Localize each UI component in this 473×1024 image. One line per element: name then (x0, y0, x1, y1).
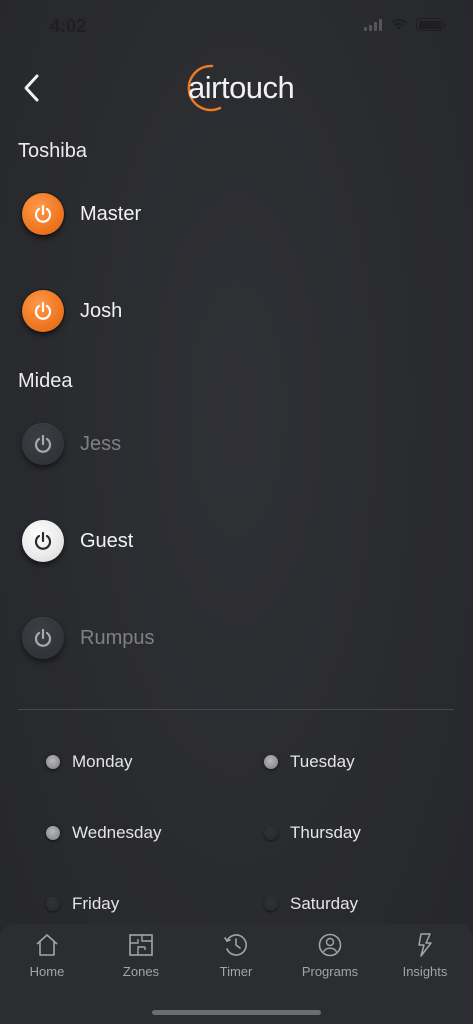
status-bar: 4:02 (0, 0, 473, 50)
airtouch-logo: airtouch (180, 62, 296, 114)
day-radio[interactable] (264, 755, 278, 769)
tab-programs[interactable]: Programs (290, 932, 370, 979)
zone-row-master[interactable]: Master (22, 190, 141, 238)
zone-row-jess[interactable]: Jess (22, 420, 121, 468)
day-monday[interactable]: Monday (46, 752, 132, 772)
chevron-left-icon (24, 74, 39, 102)
battery-icon (416, 18, 446, 31)
insights-icon (418, 933, 432, 957)
tab-label: Programs (301, 964, 359, 979)
tab-timer[interactable]: Timer (196, 932, 276, 979)
day-radio[interactable] (46, 826, 60, 840)
day-radio[interactable] (264, 897, 278, 911)
zones-icon (129, 934, 153, 956)
tab-insights[interactable]: Insights (385, 932, 465, 979)
home-indicator (152, 1010, 321, 1015)
day-friday[interactable]: Friday (46, 894, 119, 914)
tab-label: Zones (122, 964, 160, 979)
zone-name: Josh (80, 299, 123, 322)
cellular-signal-icon (364, 18, 382, 31)
power-icon (34, 434, 52, 453)
status-icons (364, 18, 446, 31)
zone-name: Guest (80, 529, 134, 552)
zone-row-guest[interactable]: Guest (22, 517, 133, 565)
tab-label: Insights (402, 964, 448, 979)
tab-label: Timer (219, 964, 253, 979)
zone-row-rumpus[interactable]: Rumpus (22, 614, 154, 662)
screen: 4:02 airtouch Toshiba Master Josh Midea … (0, 0, 473, 1024)
day-label: Friday (72, 894, 120, 913)
day-radio[interactable] (46, 897, 60, 911)
day-saturday[interactable]: Saturday (264, 894, 358, 914)
power-button[interactable] (22, 423, 64, 465)
status-time: 4:02 (50, 16, 87, 36)
day-radio[interactable] (264, 826, 278, 840)
power-icon (34, 204, 52, 223)
day-wednesday[interactable]: Wednesday (46, 823, 161, 843)
group-label-midea: Midea (18, 370, 73, 392)
day-label: Thursday (290, 823, 361, 842)
day-label: Saturday (290, 894, 359, 913)
tab-zones[interactable]: Zones (101, 932, 181, 979)
power-button[interactable] (22, 193, 64, 235)
tab-bar: Home Zones Timer Programs Insights (0, 924, 473, 1024)
day-label: Tuesday (290, 752, 355, 771)
wifi-icon (391, 18, 407, 30)
logo-text: airtouch (188, 70, 295, 105)
divider (18, 709, 454, 710)
zone-name: Jess (80, 432, 122, 455)
zone-row-josh[interactable]: Josh (22, 287, 122, 335)
group-label-toshiba: Toshiba (18, 140, 87, 162)
tab-label: Home (29, 964, 65, 979)
zone-name: Rumpus (80, 626, 155, 649)
home-icon (36, 934, 58, 956)
back-button[interactable] (18, 70, 48, 106)
day-radio[interactable] (46, 755, 60, 769)
zone-name: Master (80, 202, 142, 225)
day-label: Wednesday (72, 823, 162, 842)
day-thursday[interactable]: Thursday (264, 823, 361, 843)
power-icon (34, 301, 52, 320)
tab-home[interactable]: Home (7, 932, 87, 979)
day-label: Monday (72, 752, 133, 771)
timer-icon (224, 934, 247, 956)
power-button[interactable] (22, 290, 64, 332)
power-icon (34, 531, 52, 550)
power-icon (34, 628, 52, 647)
day-tuesday[interactable]: Tuesday (264, 752, 355, 772)
programs-icon (318, 933, 342, 957)
power-button[interactable] (22, 617, 64, 659)
power-button[interactable] (22, 520, 64, 562)
